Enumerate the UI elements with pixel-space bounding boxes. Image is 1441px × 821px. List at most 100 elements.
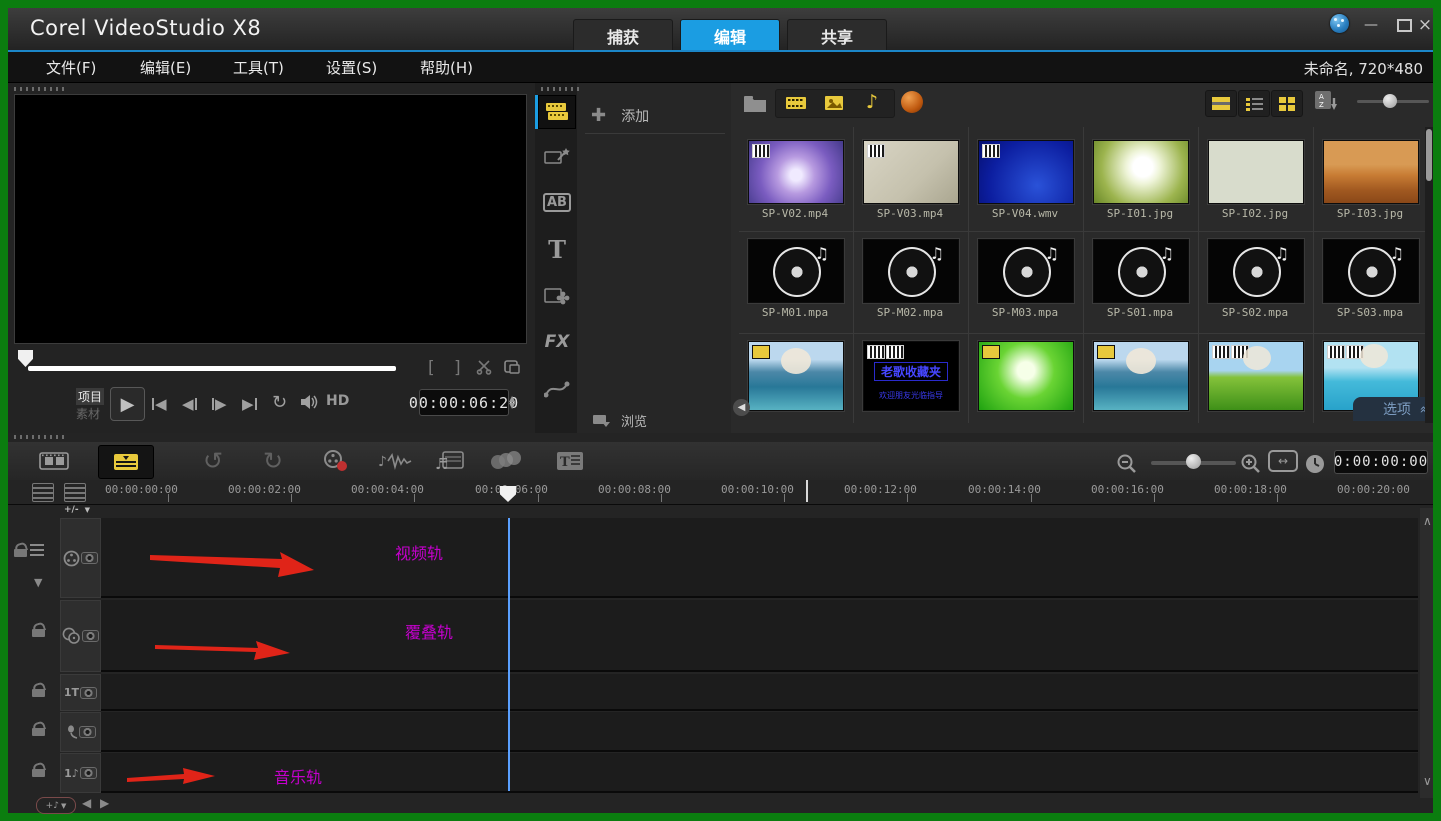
menu-edit[interactable]: 编辑(E) [140,57,191,78]
voice-track-lock[interactable] [32,722,45,736]
overlay-track-header[interactable] [60,600,101,672]
view-grid-icon[interactable] [1271,90,1303,117]
thumbnail-sp-s02[interactable]: ♫ [1208,239,1304,303]
music-track-lock[interactable] [32,763,45,777]
thumbnail-sp-m01[interactable]: ♫ [748,239,844,303]
preview-video-area[interactable] [14,94,527,344]
end-button[interactable]: ▶ [242,395,257,413]
preview-timecode[interactable]: 00:00:06:20 [419,389,509,416]
maximize-button[interactable] [1393,16,1415,34]
clip-mode-label[interactable]: 素材 [76,405,100,422]
thumbnail-row3-4[interactable] [1093,341,1189,411]
scroll-timeline-right[interactable]: ▶ [100,796,109,810]
filter-photos-icon[interactable] [819,92,849,113]
browse-button[interactable]: 浏览 [593,411,647,430]
thumbnail-sp-s03[interactable]: ♫ [1323,239,1419,303]
tab-capture[interactable]: 捕获 [573,19,673,51]
scroll-down-icon[interactable]: ∨ [1423,774,1432,788]
thumbnail-sp-i02[interactable] [1208,140,1304,204]
mark-out-icon[interactable]: ] [454,358,461,378]
zoom-out-icon[interactable] [1116,448,1138,480]
enlarge-preview-icon[interactable] [504,357,522,374]
scrubber-handle[interactable] [18,350,33,367]
track-manager-icon[interactable] [32,483,54,502]
corel-guide-icon[interactable] [1330,14,1349,33]
voice-track[interactable] [99,712,1418,752]
track-visibility-icon[interactable] [82,630,99,642]
add-track-manager-icon[interactable] [64,483,86,502]
gallery-scrollbar[interactable] [1425,127,1433,423]
motion-path-icon[interactable] [539,373,575,405]
thumbnail-sp-s01[interactable]: ♫ [1093,239,1189,303]
timeline-timecode[interactable]: 0:00:00:00 [1334,450,1428,474]
thumbnail-row3-1[interactable] [748,341,844,411]
thumbnail-sp-i03[interactable] [1323,140,1419,204]
track-visibility-icon[interactable] [79,726,96,738]
menu-file[interactable]: 文件(F) [46,57,96,78]
scrubber-bar[interactable] [28,366,396,371]
video-track-header[interactable] [60,518,101,598]
timeline-ruler[interactable]: 00:00:00:00 00:00:02:00 00:00:04:00 00:0… [8,480,1433,505]
smart-package-icon[interactable] [901,91,923,113]
zoom-in-icon[interactable] [1240,448,1262,480]
view-thumbnail-icon[interactable] [1205,90,1237,117]
library-drag-handle[interactable] [541,87,581,91]
filter-fx-icon[interactable]: FX [539,326,575,358]
scroll-left-button[interactable]: ◀ [733,399,750,416]
thumbnail-sp-i01[interactable] [1093,140,1189,204]
minimize-button[interactable]: — [1360,16,1382,34]
graphic-icon[interactable] [539,280,575,312]
track-visibility-icon[interactable] [80,767,97,779]
thumbnail-row3-5[interactable] [1208,341,1304,411]
gallery-scrollbar-thumb[interactable] [1426,129,1432,181]
project-mode-label[interactable]: 项目 [76,388,104,405]
video-track[interactable] [99,518,1418,598]
instant-project-icon[interactable] [539,141,575,173]
scroll-timeline-left[interactable]: ◀ [82,796,91,810]
panel-drag-handle[interactable] [14,87,66,91]
timeline-scrollbar[interactable]: ∧ ∨ [1420,508,1433,798]
menu-help[interactable]: 帮助(H) [420,57,473,78]
timeline-zoom-slider-thumb[interactable] [1186,454,1201,469]
close-button[interactable]: × [1414,16,1436,34]
ripple-edit-toggle[interactable]: +/-▼ [64,505,144,515]
overlay-track[interactable] [99,600,1418,672]
play-button[interactable]: ▶ [110,387,145,421]
track-visibility-icon[interactable] [80,687,97,699]
step-back-button[interactable]: ◀ [182,395,197,413]
duration-clock-icon[interactable] [1304,448,1326,480]
timeline-drag-handle[interactable] [14,435,66,439]
thumbnail-sp-m03[interactable]: ♫ [978,239,1074,303]
undo-button[interactable]: ↺ [193,445,233,477]
tab-edit[interactable]: 编辑 [680,19,780,51]
mark-in-icon[interactable]: [ [428,358,435,378]
thumbnail-sp-v02[interactable] [748,140,844,204]
title-track[interactable] [99,674,1418,711]
timeline-view-button[interactable] [98,445,154,479]
split-clip-icon[interactable] [476,359,494,375]
hd-toggle[interactable]: HD [326,393,349,409]
collapse-tracks-caret[interactable]: ▼ [34,576,42,589]
menu-tools[interactable]: 工具(T) [233,57,284,78]
filter-videos-icon[interactable] [781,92,811,113]
menu-settings[interactable]: 设置(S) [326,57,377,78]
scroll-up-icon[interactable]: ∧ [1423,514,1432,528]
track-visibility-icon[interactable] [81,552,98,564]
home-button[interactable]: ◀ [152,395,167,413]
media-library-icon[interactable] [539,96,575,128]
timecode-spinner[interactable]: ▲▼ [509,389,515,414]
volume-icon[interactable] [300,394,320,410]
record-capture-icon[interactable] [313,445,357,477]
thumbnail-sp-v04[interactable] [978,140,1074,204]
thumbnail-row3-3[interactable] [978,341,1074,411]
track-transparency-icon[interactable] [483,445,527,477]
add-gallery-button[interactable]: ✚ 添加 [591,105,649,126]
storyboard-view-button[interactable] [28,445,80,477]
repeat-icon[interactable]: ↻ [272,392,287,413]
redo-button[interactable]: ↻ [253,445,293,477]
thumbnail-sp-v03[interactable] [863,140,959,204]
options-button[interactable]: 选项 « [1353,397,1433,421]
transition-icon[interactable]: AB [539,186,575,218]
title-icon[interactable]: T [539,233,575,265]
add-track-button[interactable]: +♪▼ [36,797,76,814]
